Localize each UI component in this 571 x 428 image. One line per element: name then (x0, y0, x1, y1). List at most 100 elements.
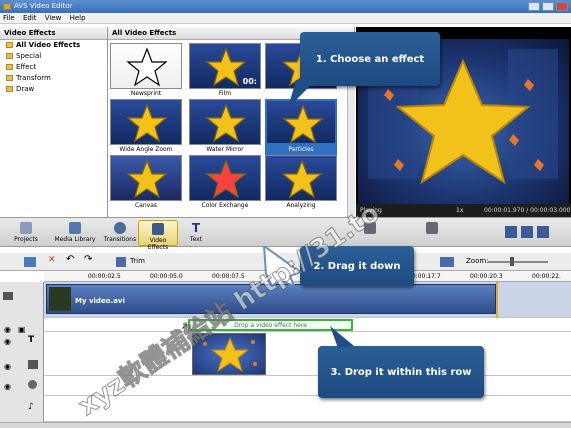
effect-preview-image (189, 155, 261, 201)
app-icon (3, 3, 11, 10)
tree-item-transform[interactable]: Transform (0, 73, 107, 84)
tab-projects[interactable]: Projects (6, 220, 46, 246)
track-headers: ◉ ▣ ◉ T ◉ ◉ ♪ (0, 282, 44, 422)
ruler-tick: 00:00:02.5 (88, 273, 121, 280)
effect-label: Analyzing (286, 202, 316, 209)
redo-icon[interactable]: ↷ (84, 254, 92, 265)
main-tabs: Projects Media Library Transitions Video… (0, 217, 571, 251)
effect-thumb[interactable]: Analyzing (265, 155, 337, 213)
effect-preview-image (189, 99, 261, 145)
effect-preview-image (265, 155, 337, 201)
eye-icon[interactable]: ◉ (4, 382, 11, 391)
folder-icon (6, 42, 13, 48)
tree-header: Video Effects (0, 27, 107, 40)
playhead[interactable] (496, 282, 498, 318)
tab-transitions[interactable]: Transitions (102, 220, 138, 246)
window-title: AVS Video Editor (14, 2, 73, 10)
close-button[interactable] (556, 2, 568, 11)
toolbar-icon (364, 222, 376, 234)
effect-preview-image: 00: (189, 43, 261, 89)
video-track-row: My video.avi (44, 282, 571, 318)
callout-drag-down: 2. Drag it down (300, 246, 414, 286)
zoom-slider[interactable] (488, 261, 548, 263)
eye-icon[interactable]: ◉ (4, 362, 11, 371)
fullscreen-icon[interactable] (505, 226, 517, 238)
video-track-icon (3, 292, 13, 300)
maximize-button[interactable] (542, 2, 554, 11)
storyboard-icon[interactable] (24, 257, 36, 267)
trim-icon (116, 257, 126, 267)
menu-edit[interactable]: Edit (23, 14, 37, 22)
audio-track-icon (28, 380, 37, 389)
menu-file[interactable]: File (3, 14, 15, 22)
tab-text[interactable]: T Text (184, 220, 208, 246)
effect-thumb[interactable]: 00: Film (189, 43, 261, 101)
toolbar-icon (426, 222, 438, 234)
zoom-slider-thumb[interactable] (510, 257, 514, 266)
effect-label: Film (218, 90, 232, 97)
speed-label: 1x (456, 207, 464, 214)
callout-choose-effect: 1. Choose an effect (300, 32, 440, 86)
video-clip[interactable]: My video.avi (46, 284, 496, 314)
undo-icon[interactable]: ↶ (66, 254, 74, 265)
effect-thumb[interactable]: Newsprint (110, 43, 182, 101)
delete-icon[interactable]: ✕ (48, 255, 56, 265)
tab-unlabeled-1[interactable] (358, 220, 382, 246)
tab-unlabeled-2[interactable] (420, 220, 444, 246)
timeline-scrollbar[interactable] (0, 422, 571, 428)
tree-item-all[interactable]: All Video Effects (0, 40, 107, 51)
folder-icon (6, 75, 13, 81)
overlay-track-row (44, 376, 571, 396)
film-timecode: 00: (242, 77, 257, 86)
effect-thumb[interactable]: Color Exchange (189, 155, 261, 213)
text-icon: T (191, 221, 201, 235)
menu-help[interactable]: Help (70, 14, 86, 22)
snapshot-icon[interactable] (521, 226, 533, 238)
effect-thumb[interactable]: Water Mirror (189, 99, 261, 157)
video-effects-icon (152, 223, 164, 235)
ruler-tick: 00:00:07.5 (212, 273, 245, 280)
menu-bar: File Edit View Help (0, 13, 571, 24)
tree-item-special[interactable]: Special (0, 51, 107, 62)
tab-media-library[interactable]: Media Library (52, 220, 98, 246)
eye-icon[interactable]: ◉ (4, 325, 11, 334)
ruler-tick: 00:00:05.0 (150, 273, 183, 280)
drag-arrow (262, 246, 303, 286)
effect-label: Color Exchange (201, 202, 249, 209)
effect-label: Newsprint (130, 90, 162, 97)
trim-button[interactable]: Trim (130, 257, 145, 265)
effect-label: Particles (265, 145, 337, 155)
callout-pointer (288, 80, 316, 108)
title-bar: AVS Video Editor (0, 0, 571, 13)
mouse-cursor-icon: ➚ (181, 322, 189, 332)
effect-preview-image (110, 155, 182, 201)
lock-icon[interactable]: ▣ (18, 325, 26, 334)
ruler-tick: 00:00:22. (532, 273, 561, 280)
projects-icon (20, 222, 32, 234)
tree-item-draw[interactable]: Draw (0, 84, 107, 95)
effect-label: Canvas (134, 202, 158, 209)
tab-video-effects[interactable]: Video Effects (138, 220, 178, 251)
tree-item-effect[interactable]: Effect (0, 62, 107, 73)
effect-thumb[interactable]: Wide Angle Zoom (110, 99, 182, 157)
zoom-label: Zoom: (466, 257, 489, 265)
transitions-icon (114, 222, 126, 234)
effect-label: Water Mirror (206, 146, 244, 153)
effect-preview-image (110, 43, 182, 89)
playback-status-bar: Playing 1x 00:00:01.970 / 00:00:03.000 (356, 204, 571, 217)
overlay-track-icon (28, 360, 38, 369)
minimize-button[interactable] (528, 2, 540, 11)
effect-thumb[interactable]: Canvas (110, 155, 182, 213)
menu-view[interactable]: View (45, 14, 62, 22)
play-status: Playing (360, 207, 382, 214)
text-track-icon: T (28, 335, 35, 345)
effect-preview-image (110, 99, 182, 145)
volume-icon[interactable] (537, 226, 549, 238)
text-track-row (44, 332, 571, 376)
eye-icon[interactable]: ◉ (4, 337, 11, 346)
video-effects-row[interactable]: Drop a video effect here (44, 318, 571, 332)
display-icon[interactable] (440, 257, 454, 267)
clip-name: My video.avi (75, 297, 125, 305)
dragged-effect-thumbnail[interactable] (192, 333, 266, 375)
ruler-tick: 00:00:20.3 (470, 273, 503, 280)
